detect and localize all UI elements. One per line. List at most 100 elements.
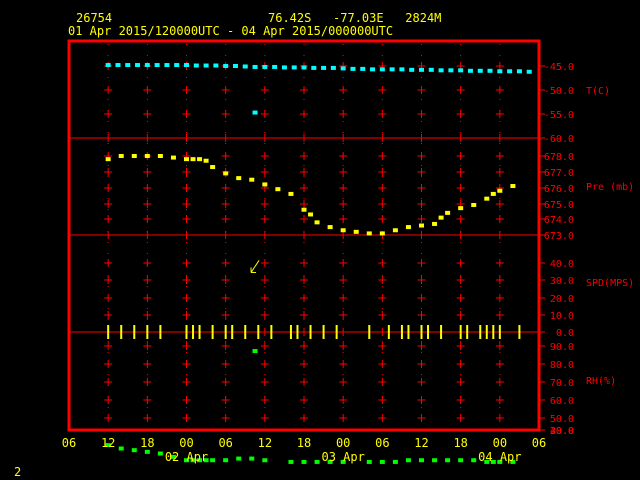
temperature-point (350, 66, 356, 71)
pressure-point (184, 157, 189, 162)
pressure-point (484, 196, 490, 201)
y-tick-label: 0.0 (556, 328, 574, 339)
station-id: 26754 (76, 11, 112, 25)
humidity-point (419, 458, 424, 463)
temperature-point (144, 63, 150, 68)
humidity-point (210, 458, 216, 463)
pressure-point (236, 176, 242, 181)
x-tick-label: 12 (101, 436, 115, 450)
pressure-point (340, 228, 346, 233)
humidity-point (405, 458, 411, 463)
y-tick-label: 675.0 (544, 200, 574, 211)
temperature-point (497, 69, 503, 74)
x-tick-label: 18 (297, 436, 311, 450)
temperature-point (115, 63, 121, 68)
y-tick-label: -50.0 (544, 86, 574, 97)
page-number: 2 (14, 465, 21, 479)
temperature-point (262, 64, 268, 69)
x-tick-label: 06 (375, 436, 389, 450)
x-tick-label: 18 (140, 436, 154, 450)
y-tick-label: 40.0 (550, 259, 574, 270)
y-tick-label: 20.0 (550, 426, 574, 437)
y-tick-label: 50.0 (550, 414, 574, 425)
pressure-point (118, 154, 124, 158)
temperature-point (507, 69, 513, 74)
humidity-point (118, 446, 124, 451)
temperature-point (321, 65, 327, 70)
temperature-point (370, 67, 376, 72)
pressure-point (314, 220, 320, 225)
temperature-point (389, 67, 395, 72)
temperature-point (242, 64, 248, 69)
humidity-point (157, 451, 163, 456)
y-tick-label: -60.0 (544, 134, 574, 145)
temperature-point (419, 67, 424, 72)
y-tick-label: 677.0 (544, 168, 574, 179)
pressure-point (471, 202, 477, 207)
x-day-label: 04 Apr (478, 450, 521, 464)
humidity-outlier (252, 349, 258, 354)
pressure-point (379, 231, 385, 236)
pressure-point (432, 221, 438, 226)
temperature-point (301, 65, 307, 70)
temperature-point (516, 69, 522, 74)
y-tick-label: -45.0 (544, 62, 574, 73)
humidity-point (223, 458, 229, 463)
y-tick-label: 70.0 (550, 378, 574, 389)
temperature-point (272, 64, 278, 69)
pressure-point (210, 165, 216, 170)
temperature-point (399, 67, 405, 72)
pressure-point (170, 155, 176, 160)
temperature-point (360, 66, 366, 71)
temperature-point (154, 63, 160, 68)
pressure-point (190, 157, 196, 162)
humidity-point (144, 449, 150, 454)
y-tick-label: 90.0 (550, 342, 574, 353)
temperature-point (330, 65, 336, 70)
x-day-label: 02 Apr (165, 450, 208, 464)
pressure-point (105, 157, 111, 162)
x-tick-label: 06 (532, 436, 546, 450)
temperature-point (184, 63, 189, 68)
humidity-point (131, 448, 137, 453)
humidity-point (432, 458, 438, 463)
temperature-point (477, 68, 483, 73)
temperature-point (291, 65, 297, 70)
pressure-point (490, 191, 496, 196)
pressure-point (510, 184, 516, 189)
temperature-point (174, 63, 180, 68)
y-tick-label: 60.0 (550, 396, 574, 407)
y-axis-title: RH(%) (586, 376, 616, 387)
y-tick-label: 673.0 (544, 231, 574, 242)
x-tick-label: 12 (414, 436, 428, 450)
x-tick-label: 12 (258, 436, 272, 450)
temperature-point (487, 68, 493, 73)
temperature-point (223, 64, 229, 68)
temperature-point (526, 69, 532, 74)
temperature-point (232, 64, 238, 68)
pressure-point (327, 225, 333, 230)
temperature-point (135, 63, 141, 68)
temperature-point (252, 64, 258, 69)
temperature-point (438, 68, 444, 73)
y-axis-title: SPD(MPS) (586, 278, 634, 289)
temperature-point (379, 67, 385, 72)
temperature-point (164, 63, 170, 68)
y-tick-label: 30.0 (550, 276, 574, 287)
temperature-point (409, 67, 415, 72)
time-period: 01 Apr 2015/120000UTC - 04 Apr 2015/0000… (68, 24, 393, 38)
temperature-point (448, 68, 454, 73)
y-tick-label: 678.0 (544, 152, 574, 163)
y-tick-label: 674.0 (544, 215, 574, 226)
humidity-point (262, 458, 268, 463)
temperature-point (281, 65, 287, 70)
temperature-point (125, 63, 131, 68)
pressure-point (438, 215, 444, 220)
temperature-point (458, 68, 464, 73)
x-tick-label: 18 (453, 436, 467, 450)
x-tick-label: 06 (218, 436, 232, 450)
pressure-point (405, 225, 411, 230)
y-tick-label: 80.0 (550, 360, 574, 371)
pressure-point (203, 158, 209, 163)
pressure-point (497, 188, 503, 193)
